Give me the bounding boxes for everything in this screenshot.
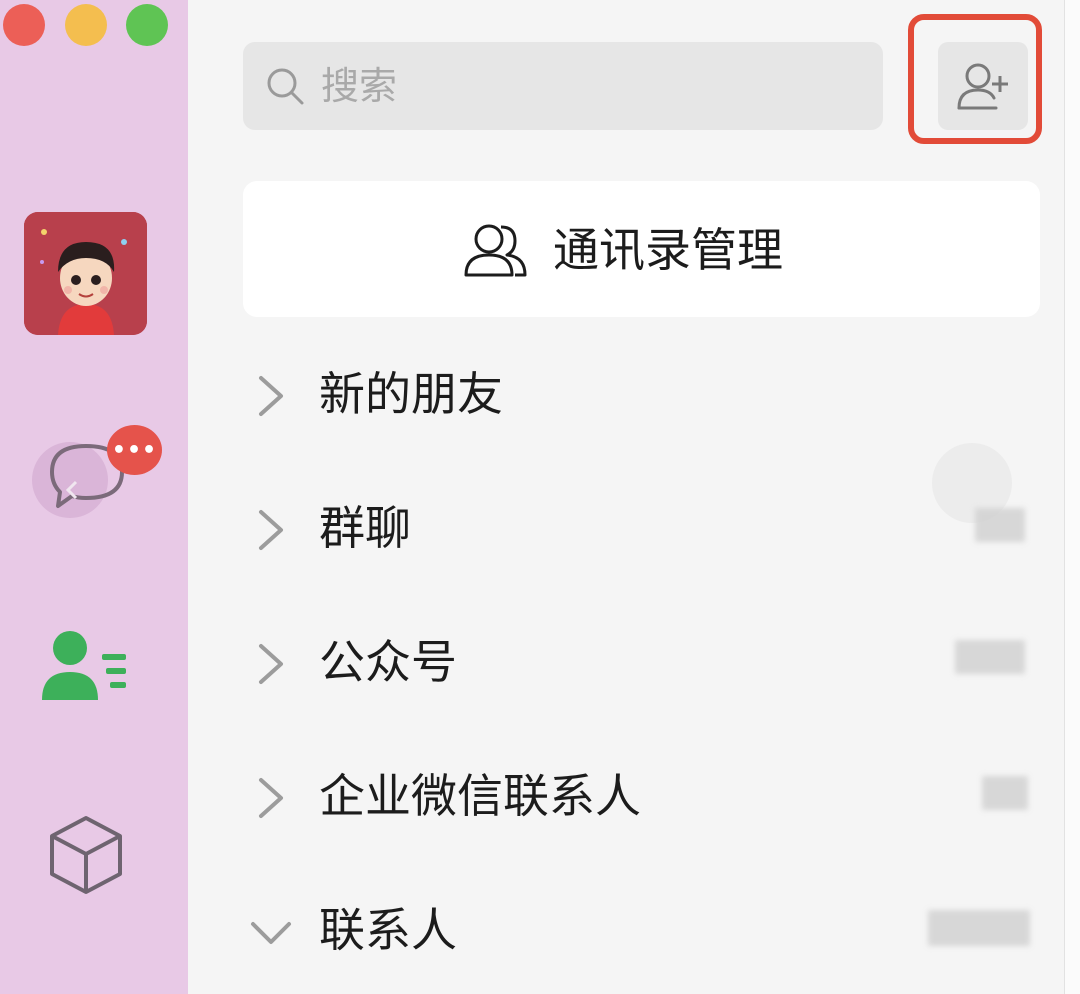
chevron-right-icon: [259, 376, 283, 416]
cube-icon[interactable]: [48, 814, 124, 896]
highlight-box: [908, 14, 1042, 144]
window-close-button[interactable]: [3, 4, 45, 46]
contacts-icon[interactable]: [40, 628, 132, 702]
avatar-illustration: [24, 212, 147, 335]
chevron-down-icon: [251, 922, 291, 944]
window-minimize-button[interactable]: [65, 4, 107, 46]
section-new-friends[interactable]: 新的朋友: [243, 348, 1040, 438]
search-input[interactable]: 搜索: [243, 42, 883, 130]
sidebar: •••: [0, 0, 188, 994]
contacts-manage-label: 通讯录管理: [553, 223, 783, 277]
chevron-right-icon: [259, 510, 283, 550]
section-official-accounts[interactable]: 公众号: [243, 616, 1040, 706]
section-contacts[interactable]: 联系人: [243, 884, 1040, 974]
obscured-count: [955, 640, 1025, 674]
section-label: 联系人: [319, 903, 457, 957]
adjacent-window-edge: [1064, 0, 1080, 994]
window-zoom-button[interactable]: [126, 4, 168, 46]
section-wecom-contacts[interactable]: 企业微信联系人: [243, 750, 1040, 840]
section-label: 公众号: [319, 635, 457, 689]
search-placeholder: 搜索: [321, 64, 398, 108]
section-label: 群聊: [319, 501, 411, 555]
chat-badge: •••: [107, 425, 162, 475]
obscured-count: [928, 910, 1030, 946]
section-label: 企业微信联系人: [319, 769, 641, 823]
section-group-chats[interactable]: 群聊: [243, 482, 1040, 572]
chevron-right-icon: [259, 644, 283, 684]
contacts-group-icon: [464, 224, 527, 277]
contacts-manage-button[interactable]: 通讯录管理: [243, 181, 1040, 317]
obscured-count: [975, 508, 1025, 542]
search-icon: [267, 68, 304, 105]
obscured-count: [982, 776, 1028, 810]
avatar[interactable]: [24, 212, 147, 335]
section-label: 新的朋友: [319, 367, 503, 421]
chevron-right-icon: [259, 778, 283, 818]
